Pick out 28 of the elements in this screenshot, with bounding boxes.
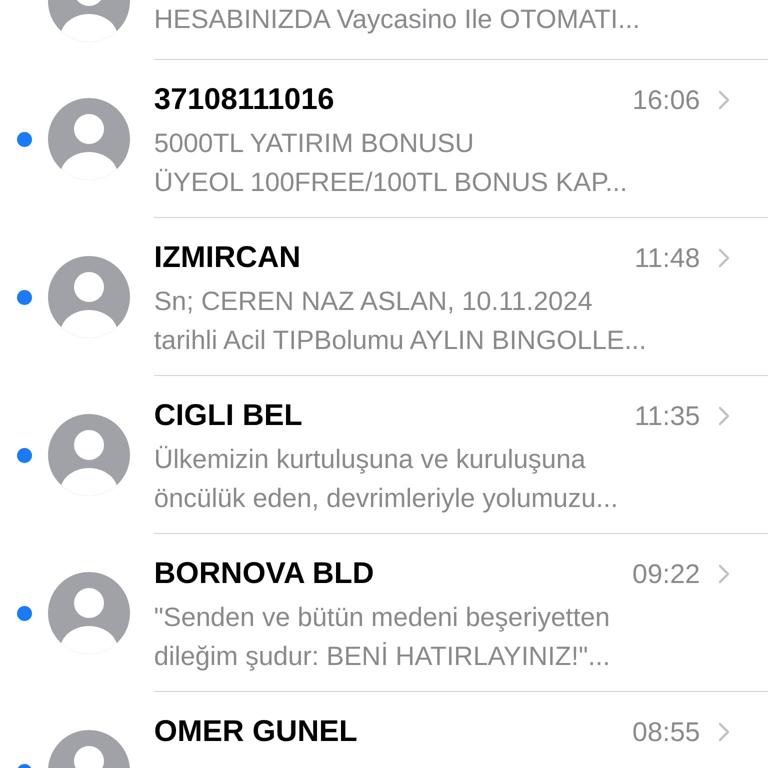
chevron-icon	[718, 248, 730, 268]
message-preview: Sn; CEREN NAZ ASLAN, 10.11.2024	[154, 285, 594, 318]
sender-name: CIGLI BEL	[154, 399, 304, 433]
message-time: 11:35	[634, 400, 700, 432]
chevron-icon	[718, 90, 730, 110]
sender-name: 37108111016	[154, 83, 336, 117]
message-preview: Ülkemizin kurtuluşuna ve kuruluşuna	[154, 443, 587, 476]
chevron-icon	[718, 406, 730, 426]
message-preview: tarihli Acil TIPBolumu AYLIN BINGOLLE...	[154, 324, 648, 357]
message-time: 11:48	[634, 242, 700, 274]
avatar-icon	[48, 414, 130, 496]
message-preview: ÜYEOL 100FREE/100TL BONUS KAP...	[154, 166, 628, 199]
sender-name: IZMIRCAN	[154, 241, 302, 275]
message-time: 08:55	[632, 716, 700, 748]
message-preview: "Senden ve bütün medeni beşeriyetten	[154, 601, 611, 634]
avatar-icon	[48, 98, 130, 180]
avatar-icon	[48, 256, 130, 338]
message-preview: öncülük eden, devrimleriyle yolumuzu...	[154, 482, 619, 515]
avatar-icon	[48, 572, 130, 654]
message-time: 09:22	[632, 558, 700, 590]
sender-name: OMER GUNEL	[154, 715, 358, 749]
sender-name: BORNOVA BLD	[154, 557, 375, 591]
chevron-icon	[718, 722, 730, 742]
message-time: 16:06	[632, 84, 700, 116]
chevron-icon	[718, 564, 730, 584]
message-preview: dileğim şudur: BENİ HATIRLAYINIZ!"...	[154, 640, 612, 673]
message-preview: HESABINIZDA Vaycasino Ile OTOMATI...	[154, 3, 641, 36]
message-preview: 5000TL YATIRIM BONUSU	[154, 127, 476, 160]
